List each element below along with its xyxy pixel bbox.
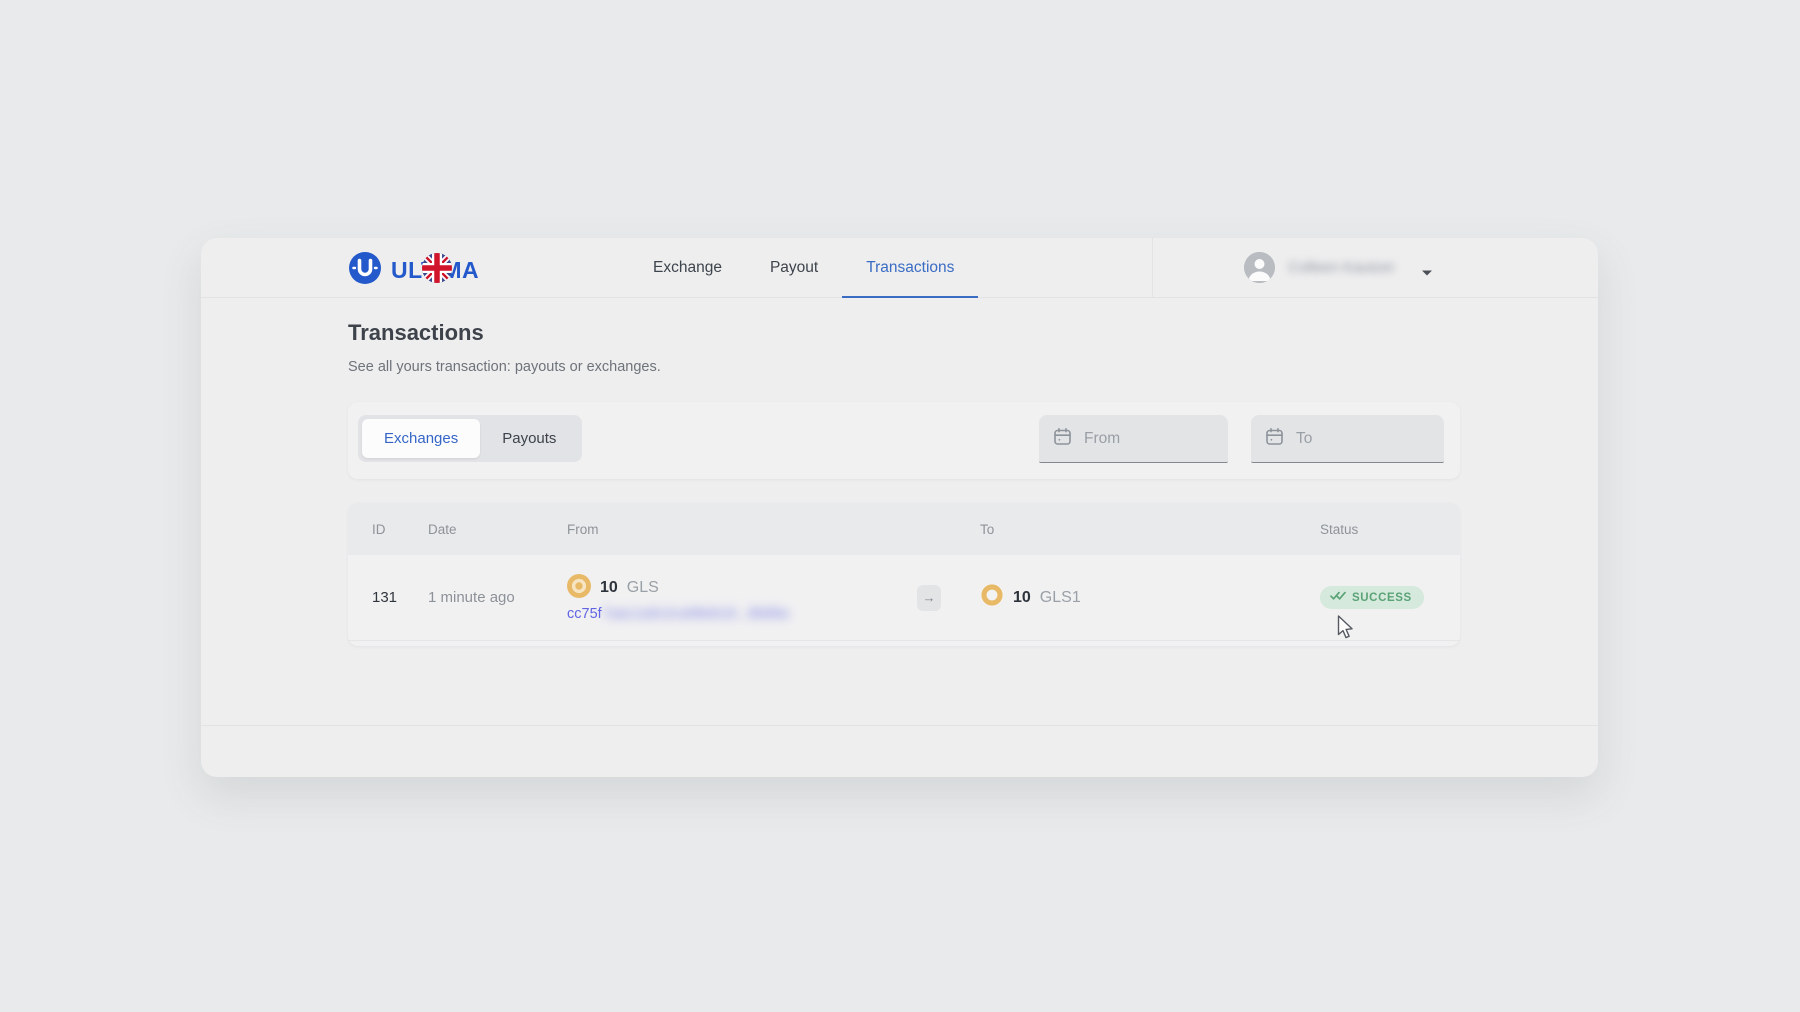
tx-hash-visible[interactable]: cc75f	[567, 606, 602, 622]
page-subtitle: See all yours transaction: payouts or ex…	[348, 359, 661, 375]
transaction-status-cell: SUCCESS	[1320, 586, 1460, 609]
tab-exchanges[interactable]: Exchanges	[362, 419, 480, 458]
transaction-to-cell: → 10 GLS1	[980, 583, 1320, 612]
table-row: 131 1 minute ago 10 GLS cc75f7aac1a9c2ca…	[348, 555, 1460, 641]
calendar-icon	[1053, 427, 1072, 451]
gls-coin-icon	[567, 574, 591, 603]
date-to-field[interactable]	[1251, 415, 1444, 463]
to-amount: 10	[1013, 589, 1031, 607]
calendar-icon	[1265, 427, 1284, 451]
column-header-to: To	[980, 522, 1320, 537]
ultima-coin-logo-icon	[348, 251, 382, 290]
transaction-id: 131	[372, 589, 428, 606]
chevron-down-icon[interactable]	[1421, 264, 1433, 282]
tx-hash-blurred: 7aac1a9c2ca98eb16...8b88a	[602, 606, 789, 622]
from-currency: GLS	[627, 579, 659, 597]
status-badge: SUCCESS	[1320, 586, 1424, 609]
nav-item-payout[interactable]: Payout	[746, 238, 842, 298]
card-footer	[201, 725, 1598, 777]
arrow-right-icon: →	[917, 585, 941, 611]
column-header-date: Date	[428, 522, 567, 537]
tab-payouts[interactable]: Payouts	[480, 419, 578, 458]
transaction-type-tabs: Exchanges Payouts	[358, 415, 582, 462]
app-root: ULTIMA Exchange Payout Transactions	[0, 0, 1800, 1012]
status-text: SUCCESS	[1352, 592, 1412, 604]
gls1-coin-icon	[980, 583, 1004, 612]
user-name: Colleen Kautzer	[1288, 259, 1395, 276]
table-header-row: ID Date From To Status	[348, 503, 1460, 555]
double-check-icon	[1330, 591, 1346, 604]
transaction-date: 1 minute ago	[428, 589, 567, 606]
column-header-id: ID	[372, 522, 428, 537]
brand-logo[interactable]: ULTIMA	[348, 251, 479, 290]
date-from-field[interactable]	[1039, 415, 1228, 463]
top-navigation-bar: ULTIMA Exchange Payout Transactions	[201, 238, 1598, 298]
language-uk-flag-icon[interactable]	[422, 253, 452, 283]
page-title: Transactions	[348, 320, 484, 346]
user-avatar[interactable]	[1244, 252, 1275, 283]
filters-panel: Exchanges Payouts	[348, 402, 1460, 479]
main-nav: Exchange Payout Transactions	[629, 238, 978, 298]
transactions-table: ID Date From To Status 131 1 minute ago …	[348, 503, 1460, 646]
mouse-cursor	[1337, 615, 1355, 646]
column-header-status: Status	[1320, 522, 1460, 537]
date-from-input[interactable]	[1084, 430, 1194, 448]
nav-item-exchange[interactable]: Exchange	[629, 238, 746, 298]
nav-item-transactions[interactable]: Transactions	[842, 238, 978, 298]
from-amount: 10	[600, 579, 618, 597]
date-to-input[interactable]	[1296, 430, 1406, 448]
to-currency: GLS1	[1040, 589, 1081, 607]
column-header-from: From	[567, 522, 980, 537]
